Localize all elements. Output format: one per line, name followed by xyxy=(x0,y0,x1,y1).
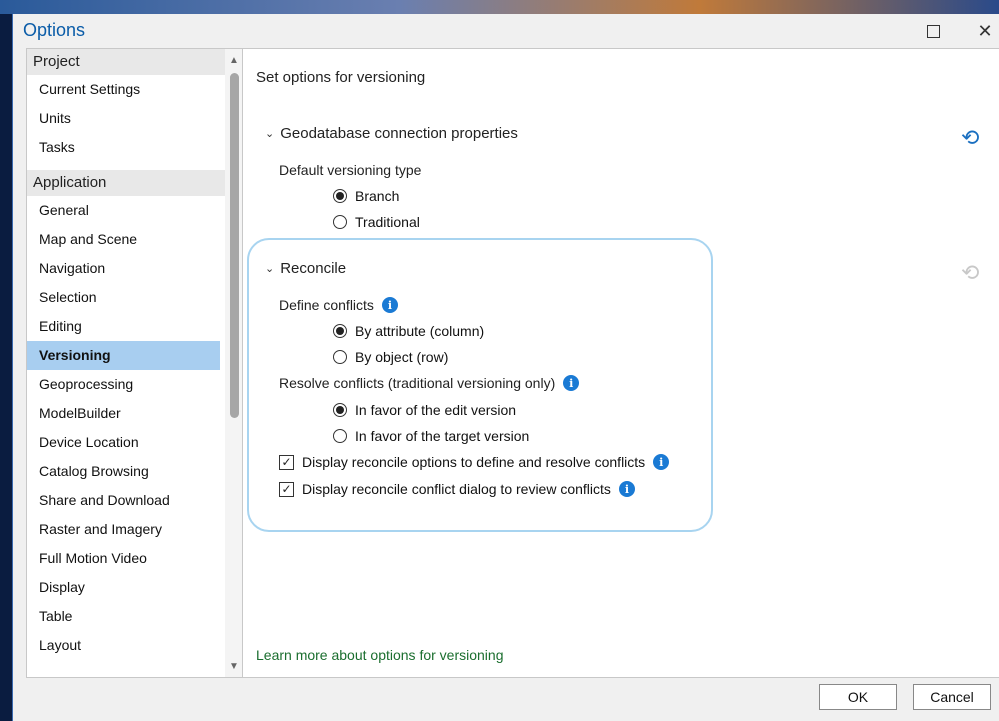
close-button[interactable]: ✕ xyxy=(971,18,999,44)
group-header-project: Project xyxy=(27,49,243,75)
sidebar-item-current-settings[interactable]: Current Settings xyxy=(27,75,220,104)
sidebar-item-selection[interactable]: Selection xyxy=(27,283,220,312)
sidebar-item-table[interactable]: Table xyxy=(27,602,220,631)
sidebar-item-versioning[interactable]: Versioning xyxy=(27,341,220,370)
sidebar-item-layout[interactable]: Layout xyxy=(27,631,220,660)
radio-favor-edit[interactable]: In favor of the edit version xyxy=(333,402,516,418)
sidebar-item-device-location[interactable]: Device Location xyxy=(27,428,220,457)
options-content-panel: Set options for versioning ⌄ Geodatabase… xyxy=(242,48,999,678)
default-versioning-type-label: Default versioning type xyxy=(279,162,422,178)
radio-by-attribute[interactable]: By attribute (column) xyxy=(333,323,484,339)
info-icon[interactable]: i xyxy=(381,297,398,313)
geodatabase-section-toggle[interactable]: ⌄ Geodatabase connection properties xyxy=(265,125,518,142)
radio-selected-icon xyxy=(333,403,347,417)
cancel-button[interactable]: Cancel xyxy=(913,684,991,710)
radio-traditional[interactable]: Traditional xyxy=(333,214,420,230)
radio-selected-icon xyxy=(333,324,347,338)
ok-button[interactable]: OK xyxy=(819,684,897,710)
radio-unselected-icon xyxy=(333,350,347,364)
radio-selected-icon xyxy=(333,189,347,203)
scroll-thumb[interactable] xyxy=(230,73,239,418)
sidebar-item-raster-and-imagery[interactable]: Raster and Imagery xyxy=(27,515,220,544)
options-dialog: Options ✕ Project Current Settings Units… xyxy=(12,14,999,721)
info-icon[interactable]: i xyxy=(618,481,635,497)
radio-unselected-icon xyxy=(333,429,347,443)
page-title: Set options for versioning xyxy=(256,69,426,86)
group-header-application: Application xyxy=(27,170,243,196)
sidebar-item-map-and-scene[interactable]: Map and Scene xyxy=(27,225,220,254)
info-icon[interactable]: i xyxy=(563,375,580,391)
reset-icon[interactable]: ⟲ xyxy=(961,125,979,151)
resolve-conflicts-label: Resolve conflicts (traditional versionin… xyxy=(279,375,556,391)
radio-unselected-icon xyxy=(333,215,347,229)
reconcile-section-toggle[interactable]: ⌄ Reconcile xyxy=(265,260,346,277)
checkbox-reconcile-options[interactable]: ✓ Display reconcile options to define an… xyxy=(279,454,670,470)
checkbox-reconcile-dialog[interactable]: ✓ Display reconcile conflict dialog to r… xyxy=(279,481,635,497)
chevron-down-icon: ⌄ xyxy=(265,263,275,275)
sidebar-item-modelbuilder[interactable]: ModelBuilder xyxy=(27,399,220,428)
sidebar-item-display[interactable]: Display xyxy=(27,573,220,602)
checkmark-icon: ✓ xyxy=(279,481,294,497)
sidebar-item-catalog-browsing[interactable]: Catalog Browsing xyxy=(27,457,220,486)
radio-branch[interactable]: Branch xyxy=(333,188,399,204)
learn-more-link[interactable]: Learn more about options for versioning xyxy=(256,647,503,663)
radio-favor-target[interactable]: In favor of the target version xyxy=(333,428,529,444)
checkmark-icon: ✓ xyxy=(279,454,294,470)
define-conflicts-label: Define conflicts xyxy=(279,297,374,313)
title-bar: Options ✕ xyxy=(13,14,999,50)
sidebar-item-full-motion-video[interactable]: Full Motion Video xyxy=(27,544,220,573)
chevron-down-icon: ⌄ xyxy=(265,128,275,140)
sidebar-item-share-and-download[interactable]: Share and Download xyxy=(27,486,220,515)
radio-by-object[interactable]: By object (row) xyxy=(333,349,448,365)
reconcile-section-header: Reconcile xyxy=(280,260,347,277)
reset-icon-disabled: ⟲ xyxy=(961,260,980,285)
sidebar-item-geoprocessing[interactable]: Geoprocessing xyxy=(27,370,220,399)
maximize-button[interactable] xyxy=(919,18,947,44)
resolve-conflicts-row: Resolve conflicts (traditional versionin… xyxy=(279,375,580,391)
info-icon[interactable]: i xyxy=(653,454,670,470)
options-sidebar: Project Current Settings Units Tasks App… xyxy=(26,48,244,678)
sidebar-item-editing[interactable]: Editing xyxy=(27,312,220,341)
background-strip xyxy=(0,0,999,14)
define-conflicts-row: Define conflicts i xyxy=(279,297,398,313)
maximize-icon xyxy=(926,24,940,38)
window-title: Options xyxy=(23,20,86,40)
scroll-up-icon[interactable]: ▲ xyxy=(225,51,243,69)
sidebar-item-navigation[interactable]: Navigation xyxy=(27,254,220,283)
scroll-down-icon[interactable]: ▼ xyxy=(225,657,243,675)
sidebar-item-units[interactable]: Units xyxy=(27,104,220,133)
geodatabase-section-header: Geodatabase connection properties xyxy=(280,125,518,142)
sidebar-item-general[interactable]: General xyxy=(27,196,220,225)
sidebar-scrollbar[interactable]: ▲ ▼ xyxy=(225,49,243,677)
close-icon: ✕ xyxy=(977,20,993,41)
sidebar-item-tasks[interactable]: Tasks xyxy=(27,133,220,162)
